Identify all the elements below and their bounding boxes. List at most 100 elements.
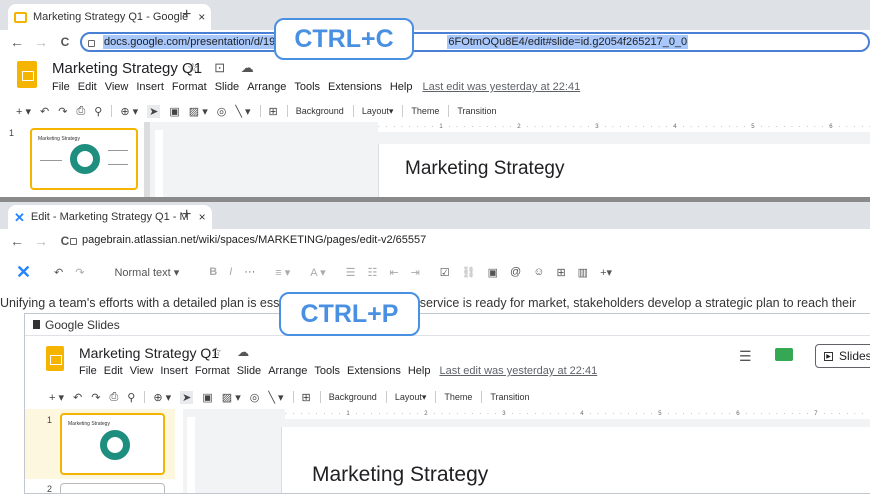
slide-thumbnail[interactable]: Marketing Strategy (60, 413, 165, 475)
menu-edit[interactable]: Edit (78, 81, 97, 93)
tab-close-icon[interactable]: × (198, 10, 205, 24)
zoom-icon[interactable]: ⊕ ▾ (120, 105, 138, 118)
slide-canvas[interactable]: Marketing Strategy (378, 144, 870, 197)
new-slide-icon[interactable]: + ▾ (16, 105, 31, 118)
image-icon[interactable]: ▣ (488, 266, 498, 279)
filmstrip-scrollbar[interactable] (144, 122, 150, 197)
menu-arrange[interactable]: Arrange (247, 81, 286, 93)
menu-insert[interactable]: Insert (136, 81, 164, 93)
undo-icon[interactable]: ↶ (73, 391, 82, 404)
bullet-list-icon[interactable]: ☰ (346, 266, 356, 279)
bold-button[interactable]: B (209, 266, 217, 278)
comment-add-icon[interactable]: ⊞ (302, 391, 311, 404)
emoji-icon[interactable]: ☺ (533, 266, 544, 278)
textbox-icon[interactable]: ▣ (169, 105, 179, 118)
forward-icon[interactable]: → (32, 233, 50, 249)
slide-title-text[interactable]: Marketing Strategy (405, 158, 564, 180)
textbox-icon[interactable]: ▣ (202, 391, 212, 404)
undo-icon[interactable]: ↶ (40, 105, 49, 118)
insert-more-icon[interactable]: +▾ (600, 266, 612, 279)
print-icon[interactable]: ⎙ (109, 391, 118, 404)
reload-icon[interactable]: C (56, 35, 74, 49)
embedded-document-title[interactable]: Marketing Strategy Q1 (79, 345, 219, 361)
last-edit-link[interactable]: Last edit was yesterday at 22:41 (439, 365, 597, 377)
menu-view[interactable]: View (130, 365, 154, 377)
numbered-list-icon[interactable]: ☷ (367, 266, 377, 279)
theme-button[interactable]: Theme (444, 392, 472, 402)
new-slide-icon[interactable]: + ▾ (49, 391, 64, 404)
redo-icon[interactable]: ↷ (75, 266, 84, 279)
menu-arrange[interactable]: Arrange (268, 365, 307, 377)
menu-edit[interactable]: Edit (104, 365, 123, 377)
layout-button[interactable]: Layout▾ (395, 392, 427, 403)
paint-format-icon[interactable]: ⚲ (127, 391, 135, 404)
mention-icon[interactable]: @ (510, 266, 521, 278)
select-cursor-icon[interactable]: ➤ (180, 390, 194, 404)
menu-file[interactable]: File (79, 365, 97, 377)
address-input[interactable]: docs.google.com/presentation/d/19GdK4 6F… (80, 32, 870, 52)
transition-button[interactable]: Transition (490, 392, 529, 402)
star-cloud-icons[interactable]: ☆ ☁ (211, 345, 255, 359)
italic-button[interactable]: I (229, 266, 232, 278)
comment-add-icon[interactable]: ⊞ (269, 105, 278, 118)
shape-icon[interactable]: ◎ (217, 105, 227, 118)
image-icon[interactable]: ▨ ▾ (222, 391, 241, 404)
menu-help[interactable]: Help (408, 365, 431, 377)
menu-insert[interactable]: Insert (160, 365, 188, 377)
shape-icon[interactable]: ◎ (250, 391, 260, 404)
slides-logo-icon[interactable] (46, 346, 64, 371)
print-icon[interactable]: ⎙ (76, 105, 85, 118)
zoom-icon[interactable]: ⊕ ▾ (153, 391, 171, 404)
confluence-logo-icon[interactable]: ✕ (16, 262, 38, 283)
back-icon[interactable]: ← (8, 233, 26, 249)
menu-tools[interactable]: Tools (294, 81, 320, 93)
document-title[interactable]: Marketing Strategy Q1 (52, 60, 202, 77)
slide-thumbnail[interactable]: Marketing Strategy (30, 128, 138, 190)
outdent-icon[interactable]: ⇤ (389, 266, 398, 279)
redo-icon[interactable]: ↷ (58, 105, 67, 118)
text-color-dropdown[interactable]: A ▾ (310, 266, 325, 279)
comment-history-icon[interactable]: ☰ (739, 348, 752, 365)
background-button[interactable]: Background (329, 392, 377, 402)
menu-extensions[interactable]: Extensions (347, 365, 401, 377)
line-icon[interactable]: ╲ ▾ (235, 105, 250, 118)
image-icon[interactable]: ▨ ▾ (189, 105, 208, 118)
theme-button[interactable]: Theme (411, 106, 439, 116)
background-button[interactable]: Background (296, 106, 344, 116)
table-icon[interactable]: ⊞ (556, 266, 565, 279)
forward-icon[interactable]: → (32, 34, 50, 50)
menu-extensions[interactable]: Extensions (328, 81, 382, 93)
menu-help[interactable]: Help (390, 81, 413, 93)
redo-icon[interactable]: ↷ (91, 391, 100, 404)
task-icon[interactable]: ☑ (440, 266, 450, 279)
page-paragraph[interactable]: Unifying a team's efforts with a detaile… (0, 296, 870, 310)
select-cursor-icon[interactable]: ➤ (147, 104, 161, 118)
embedded-slide-canvas[interactable]: Marketing Strategy (281, 427, 870, 493)
menu-view[interactable]: View (105, 81, 129, 93)
link-icon[interactable]: ⛓ (462, 266, 476, 279)
back-icon[interactable]: ← (8, 34, 26, 50)
slide-title-text[interactable]: Marketing Strategy (312, 463, 488, 487)
transition-button[interactable]: Transition (457, 106, 496, 116)
indent-icon[interactable]: ⇥ (411, 266, 420, 279)
layout-icon[interactable]: ▥ (578, 266, 588, 279)
new-tab-button[interactable]: + (182, 206, 191, 224)
star-folder-cloud-icons[interactable]: ☆ ⊡ ☁ (187, 60, 260, 76)
tab-close-icon[interactable]: × (199, 210, 206, 224)
slide-thumbnail-2[interactable] (60, 483, 165, 493)
meet-icon[interactable] (775, 348, 793, 361)
new-tab-button[interactable]: + (182, 6, 191, 24)
last-edit-link[interactable]: Last edit was yesterday at 22:41 (422, 81, 580, 93)
slideshow-button[interactable]: ▶ Slides (815, 344, 870, 368)
menu-slide[interactable]: Slide (237, 365, 261, 377)
menu-tools[interactable]: Tools (314, 365, 340, 377)
google-slides-embed[interactable]: Google Slides Marketing Strategy Q1 ☆ ☁ … (24, 313, 870, 494)
paint-format-icon[interactable]: ⚲ (94, 105, 102, 118)
menu-format[interactable]: Format (195, 365, 230, 377)
menu-file[interactable]: File (52, 81, 70, 93)
more-formatting-button[interactable]: ··· (244, 266, 255, 278)
slides-logo-icon[interactable] (17, 61, 37, 88)
alignment-dropdown[interactable]: ≡ ▾ (275, 266, 290, 279)
line-icon[interactable]: ╲ ▾ (268, 391, 283, 404)
menu-slide[interactable]: Slide (215, 81, 239, 93)
